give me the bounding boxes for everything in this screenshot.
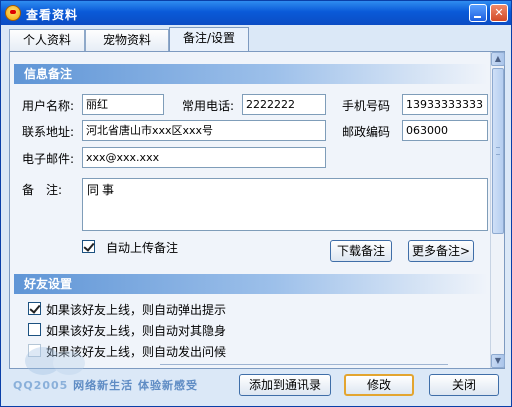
tab-remarks-settings[interactable]: 备注/设置 [169,27,249,51]
remark-label: 备 注: [22,183,63,197]
download-remarks-button[interactable]: 下载备注 [330,240,392,262]
add-to-contacts-button[interactable]: 添加到通讯录 [239,374,331,396]
auto-upload-label: 自动上传备注 [106,241,179,255]
mobile-label: 手机号码 [342,99,391,113]
window-title: 查看资料 [26,8,79,22]
email-field[interactable]: xxx@xxx.xxx [82,147,326,168]
scroll-thumb[interactable] [492,68,504,234]
phone-label: 常用电话: [182,99,235,113]
profile-window: 查看资料 个人资料 宠物资料 备注/设置 信息备注 用户名称: 丽红 常用电话:… [0,0,512,407]
auto-upload-checkbox[interactable] [82,240,95,253]
more-remarks-button[interactable]: 更多备注> [408,240,474,262]
mobile-field[interactable]: 13933333333 [402,94,488,115]
close-window-button[interactable] [490,4,508,22]
friend-section-header: 好友设置 [14,274,488,294]
address-field[interactable]: 河北省唐山市xxx区xxx号 [82,120,326,141]
tab-pet-info[interactable]: 宠物资料 [85,29,169,51]
auto-popup-label: 如果该好友上线，则自动弹出提示 [46,303,227,317]
vertical-scrollbar[interactable]: ▲ ▼ [490,52,505,368]
watermark-logo-icon [25,347,85,375]
name-field[interactable]: 丽红 [82,94,164,115]
slogan-text: 网络新生活 体验新感受 [73,379,199,392]
tab-panel: 信息备注 用户名称: 丽红 常用电话: 2222222 手机号码 1393333… [9,51,505,369]
modify-button[interactable]: 修改 [344,374,414,396]
address-label: 联系地址: [22,125,75,139]
phone-field[interactable]: 2222222 [242,94,326,115]
auto-invisible-checkbox[interactable] [28,323,41,336]
qq-penguin-icon [5,5,21,21]
zip-field[interactable]: 063000 [402,120,488,141]
minimize-button[interactable] [469,4,487,22]
panel-content: 信息备注 用户名称: 丽红 常用电话: 2222222 手机号码 1393333… [10,52,490,368]
tab-strip: 个人资料 宠物资料 备注/设置 [5,27,509,51]
scroll-down-arrow-icon[interactable]: ▼ [491,354,505,368]
next-field-edge [160,364,448,368]
title-bar[interactable]: 查看资料 [1,1,511,25]
footer-slogan: QQ2005 网络新生活 体验新感受 [13,377,198,393]
auto-popup-checkbox[interactable] [28,302,41,315]
info-section-header: 信息备注 [14,64,488,84]
name-label: 用户名称: [22,99,75,113]
slogan-brand: QQ2005 [13,379,69,392]
auto-invisible-label: 如果该好友上线，则自动对其隐身 [46,324,227,338]
close-button[interactable]: 关闭 [429,374,499,396]
email-label: 电子邮件: [22,152,75,166]
zip-label: 邮政编码 [342,125,391,139]
tab-personal-info[interactable]: 个人资料 [9,29,85,51]
scroll-up-arrow-icon[interactable]: ▲ [491,52,505,66]
remark-textarea[interactable]: 同事 [82,178,488,231]
